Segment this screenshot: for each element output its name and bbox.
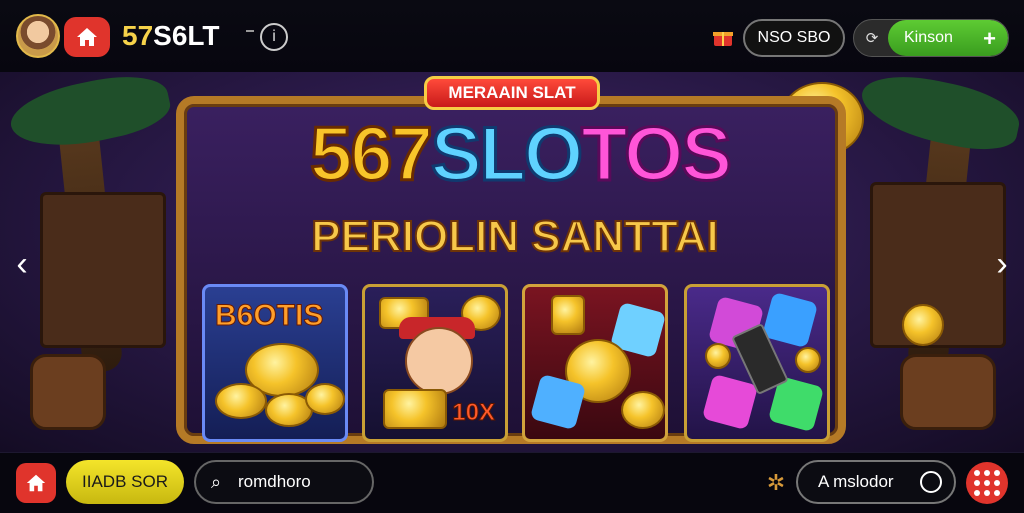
top-bar: 57S6LT i NSO SBO ⟳ Kinson + [0, 0, 1024, 73]
login-label: Kinson [904, 29, 953, 46]
menu-dot-icon [984, 470, 990, 476]
search-box[interactable]: ⌕ [194, 460, 374, 504]
refresh-icon[interactable]: ⟳ [860, 26, 884, 50]
carousel-prev-button[interactable]: ‹ [10, 244, 34, 284]
avatar[interactable] [16, 14, 60, 58]
gem-icon [701, 373, 759, 431]
bottom-bar: IIADB SOR ⌕ ✲ A mslodor [0, 452, 1024, 513]
coin-icon [621, 391, 665, 429]
coin-icon [705, 343, 731, 369]
game-card[interactable] [684, 284, 830, 442]
yellow-action-button[interactable]: IIADB SOR [66, 460, 184, 504]
menu-dot-icon [994, 490, 1000, 496]
menu-dot-icon [984, 480, 990, 486]
menu-dot-icon [994, 480, 1000, 486]
menu-dot-icon [974, 490, 980, 496]
character-face-icon [405, 327, 473, 395]
login-pill[interactable]: ⟳ Kinson + [853, 19, 1009, 57]
game-card[interactable]: B6OTIS [202, 284, 348, 442]
info-icon: i [272, 28, 276, 45]
carousel-next-button[interactable]: › [990, 244, 1014, 284]
menu-dot-icon [984, 490, 990, 496]
refresh-icon[interactable] [920, 471, 942, 493]
menu-dot-icon [994, 470, 1000, 476]
game-card-label: B6OTIS [214, 299, 324, 333]
coin-icon [215, 383, 267, 419]
menu-grid-button[interactable] [966, 462, 1008, 504]
coin-icon [795, 347, 821, 373]
info-button[interactable]: i [260, 23, 288, 51]
menu-dot-icon [974, 480, 980, 486]
account-pill[interactable]: A mslodor [796, 460, 956, 504]
divider [246, 30, 254, 32]
banner-subtitle: PERIOLIN SANTTAI [310, 211, 719, 262]
floating-coin [902, 304, 944, 346]
banner-title-part1: 567 [309, 110, 435, 198]
gem-icon [761, 291, 819, 349]
banner-ribbon: MERAAIN SLAT [424, 76, 600, 110]
gold-bar-icon [383, 389, 447, 429]
home-icon [77, 28, 97, 46]
banner-title-part2: SLO [429, 110, 584, 198]
game-card[interactable] [522, 284, 668, 442]
logo-title-main: 57 [122, 20, 154, 51]
plus-icon[interactable]: + [983, 26, 996, 52]
search-icon: ⌕ [210, 471, 222, 492]
barrel-left [30, 354, 106, 430]
account-label: A mslodor [818, 472, 894, 491]
menu-dot-icon [974, 470, 980, 476]
logo-title-rest: S6LT [153, 20, 220, 51]
coin-icon [305, 383, 345, 415]
gold-bar-icon [551, 295, 585, 335]
home-icon [26, 474, 46, 492]
barrel-right [900, 354, 996, 430]
gear-icon[interactable]: ✲ [764, 471, 788, 495]
gift-icon[interactable] [712, 27, 734, 47]
center-pill-button[interactable]: NSO SBO [743, 19, 845, 57]
home-button[interactable] [64, 17, 110, 57]
hero-banner: ‹ › MERAAIN SLAT 567 SLO TOS PERIOLIN SANT… [0, 72, 1024, 452]
site-logo-title: 57S6LT [122, 20, 220, 52]
banner-title: 567 SLO TOS [270, 106, 770, 202]
banner-title-part3: TOS [580, 110, 734, 198]
hut-left [40, 192, 166, 348]
game-card[interactable]: 10X [362, 284, 508, 442]
home-button-bottom[interactable] [16, 463, 56, 503]
search-input[interactable] [236, 471, 360, 493]
multiplier-label: 10X [452, 399, 496, 427]
